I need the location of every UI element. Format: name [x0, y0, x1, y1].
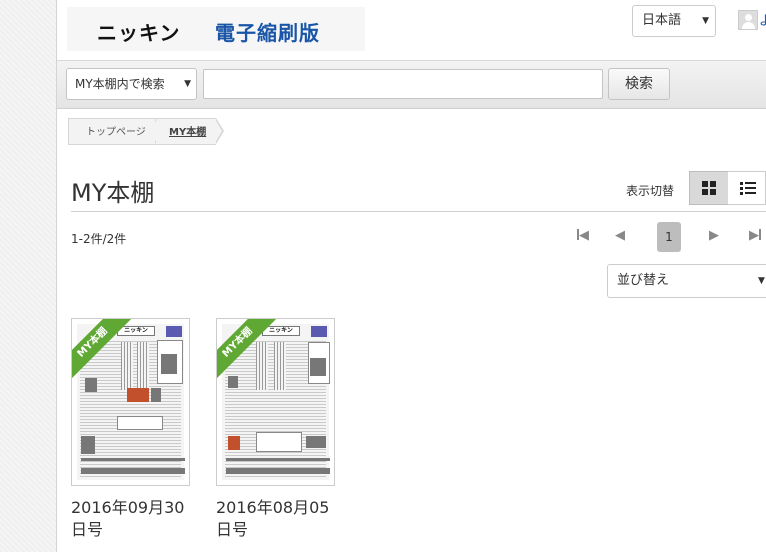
sort-value: 並び替え: [617, 273, 670, 288]
site-logo[interactable]: ニッキン 電子縮刷版: [67, 7, 365, 51]
book-date-line2: 日号: [71, 520, 104, 539]
grid-view-button[interactable]: [689, 171, 729, 205]
search-bar: MY本棚内で検索 ▼ 検索: [57, 60, 766, 109]
book-date[interactable]: 2016年09月30 日号: [71, 497, 201, 541]
next-page-icon[interactable]: ▶: [709, 228, 719, 243]
book-thumbnail[interactable]: ニッキン MY本棚: [216, 318, 335, 486]
list-view-button[interactable]: [728, 171, 766, 205]
book-date-line1: 2016年08月05: [216, 498, 330, 517]
sort-select[interactable]: 並び替え ▼: [607, 264, 766, 298]
chevron-down-icon: ▼: [184, 79, 191, 89]
book-date-line1: 2016年09月30: [71, 498, 185, 517]
masthead-text: ニッキン: [117, 326, 155, 336]
first-page-icon[interactable]: ◀: [577, 228, 589, 243]
page: ニッキン 電子縮刷版 日本語 ▼ よ MY本棚内で検索 ▼ 検索 トップページ …: [57, 0, 766, 552]
book-date-line2: 日号: [216, 520, 249, 539]
last-page-icon[interactable]: ▶: [749, 228, 761, 243]
search-input[interactable]: [203, 69, 603, 99]
logo-nikkin-text: ニッキン: [97, 21, 181, 45]
list-icon: [740, 182, 756, 196]
book-date[interactable]: 2016年08月05 日号: [216, 497, 346, 541]
result-count: 1-2件/2件: [71, 232, 127, 246]
current-page-button[interactable]: 1: [657, 222, 681, 252]
page-title: MY本棚: [71, 179, 155, 207]
prev-page-icon[interactable]: ◀: [615, 228, 625, 243]
book-thumbnail[interactable]: ニッキン MY本棚: [71, 318, 190, 486]
language-select[interactable]: 日本語 ▼: [632, 5, 716, 37]
search-scope-select[interactable]: MY本棚内で検索 ▼: [66, 68, 197, 100]
breadcrumb-separator: [215, 118, 224, 144]
view-toggle-label: 表示切替: [626, 184, 675, 198]
masthead-text: ニッキン: [262, 326, 300, 336]
language-value: 日本語: [642, 13, 682, 28]
breadcrumb-current[interactable]: MY本棚: [156, 118, 216, 145]
grid-icon: [702, 181, 717, 196]
divider: [71, 211, 766, 212]
chevron-down-icon: ▼: [758, 276, 765, 286]
user-name-text[interactable]: よ: [759, 10, 766, 29]
search-scope-value: MY本棚内で検索: [75, 77, 165, 91]
logo-edition-text: 電子縮刷版: [215, 21, 320, 45]
header: ニッキン 電子縮刷版 日本語 ▼ よ: [57, 0, 766, 60]
breadcrumb-home[interactable]: トップページ: [68, 118, 156, 145]
search-button[interactable]: 検索: [608, 68, 670, 100]
left-background: [0, 0, 57, 552]
chevron-down-icon: ▼: [702, 16, 709, 26]
user-icon[interactable]: [738, 10, 758, 30]
